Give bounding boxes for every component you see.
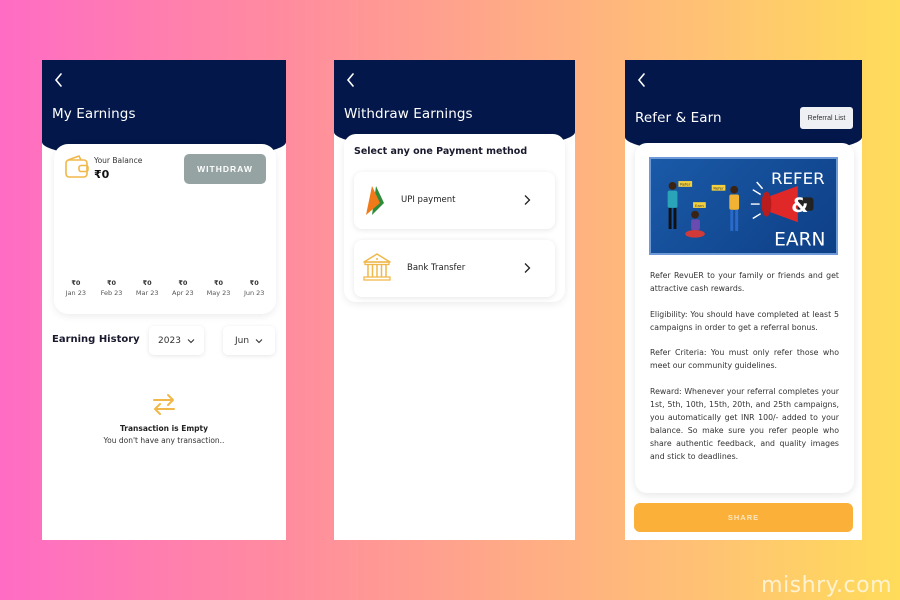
- year-value: 2023: [158, 335, 181, 346]
- person-figure: [691, 210, 699, 219]
- month-item: ₹0 May 23: [201, 279, 237, 297]
- upi-logo-icon: [366, 186, 384, 215]
- back-button[interactable]: [346, 73, 360, 91]
- payment-method-panel: Select any one Payment method UPI paymen…: [344, 134, 565, 302]
- month-value: ₹0: [106, 279, 117, 287]
- empty-state-subtitle: You don't have any transaction..: [103, 436, 225, 445]
- person-figure: [668, 207, 672, 230]
- chevron-right-icon: [524, 263, 531, 273]
- person-figure: [685, 229, 705, 238]
- refer-screen: Refer & Earn Referral List Refer Refer E…: [625, 60, 862, 540]
- month-value: ₹0: [178, 279, 188, 287]
- bank-transfer-label: Bank Transfer: [407, 263, 466, 273]
- empty-state-title: Transaction is Empty: [119, 424, 209, 433]
- person-figure: [730, 209, 734, 231]
- month-label: May 23: [206, 289, 231, 297]
- withdraw-screen: Withdraw Earnings Select any one Payment…: [334, 60, 575, 540]
- refer-earn-banner: Refer Refer Earn REFER & EARN: [649, 157, 838, 255]
- transfer-arrows-icon: [153, 394, 175, 415]
- earning-history-title: Earning History: [52, 334, 140, 345]
- banner-text: EARN: [774, 229, 825, 250]
- month-value: ₹0: [249, 279, 259, 287]
- earnings-screen: My Earnings Your Balance ₹0 WITHDRAW ₹0 J…: [42, 60, 286, 540]
- refer-criteria: Refer Criteria: You must only refer thos…: [650, 348, 839, 371]
- month-item: ₹0 Jun 23: [236, 279, 272, 297]
- chevron-right-icon: [524, 195, 531, 205]
- person-figure: [673, 207, 677, 230]
- month-item: ₹0 Feb 23: [94, 279, 130, 297]
- person-figure: [735, 209, 739, 231]
- refer-reward: Reward: Whenever your referral completes…: [650, 387, 839, 461]
- month-value: ₹0: [214, 279, 224, 287]
- banner-text: &: [791, 194, 808, 217]
- referral-list-button[interactable]: Referral List: [800, 107, 853, 129]
- payment-method-title: Select any one Payment method: [354, 146, 528, 157]
- chevron-down-icon: [187, 338, 195, 343]
- month-value: Jun: [234, 335, 250, 346]
- person-figure: [667, 190, 678, 208]
- month-label: Mar 23: [135, 289, 159, 297]
- page-title: My Earnings: [52, 106, 136, 122]
- banner-text: REFER: [771, 169, 825, 188]
- balance-value: ₹0: [94, 168, 110, 181]
- chevron-left-icon: [346, 73, 354, 87]
- watermark: mishry.com: [761, 573, 892, 598]
- monthly-earnings: ₹0 Jan 23 ₹0 Feb 23 ₹0 Mar 23 ₹0 Apr 23 ₹0 Ma…: [58, 279, 272, 297]
- bubble-text: Refer: [680, 182, 691, 187]
- person-figure: [729, 194, 740, 210]
- year-dropdown[interactable]: 2023: [149, 326, 204, 355]
- refer-header: Refer & Earn Referral List: [625, 60, 862, 155]
- person-figure: [668, 182, 677, 190]
- month-item: ₹0 Apr 23: [165, 279, 201, 297]
- bank-icon: [363, 253, 391, 281]
- month-dropdown[interactable]: Jun: [223, 326, 275, 355]
- withdraw-button[interactable]: WITHDRAW: [184, 154, 266, 184]
- month-value: ₹0: [142, 279, 152, 287]
- month-item: ₹0 Mar 23: [129, 279, 165, 297]
- chevron-left-icon: [637, 73, 645, 87]
- month-label: Jan 23: [65, 289, 87, 297]
- refer-eligibility: Eligibility: You should have completed a…: [650, 309, 839, 332]
- bubble-text: Refer: [713, 186, 724, 191]
- upi-payment-option[interactable]: UPI payment: [354, 172, 555, 229]
- month-item: ₹0 Jan 23: [58, 279, 94, 297]
- wallet-icon: [65, 155, 89, 178]
- month-label: Jun 23: [243, 289, 265, 297]
- person-figure: [691, 219, 700, 230]
- chevron-down-icon: [255, 338, 263, 343]
- refer-intro: Refer RevuER to your family or friends a…: [650, 271, 839, 293]
- person-figure: [730, 185, 739, 194]
- share-button[interactable]: SHARE: [634, 503, 853, 532]
- balance-label: Your Balance: [94, 156, 143, 165]
- upi-payment-label: UPI payment: [401, 195, 456, 205]
- back-button[interactable]: [637, 73, 651, 91]
- back-button[interactable]: [54, 73, 68, 91]
- month-value: ₹0: [71, 279, 81, 287]
- refer-info-card: Refer Refer Earn REFER & EARN Refer Revu…: [635, 143, 854, 493]
- page-title: Withdraw Earnings: [344, 106, 473, 122]
- chevron-left-icon: [54, 73, 62, 87]
- balance-card: Your Balance ₹0 WITHDRAW ₹0 Jan 23 ₹0 Feb …: [54, 144, 276, 314]
- refer-description[interactable]: Refer RevuER to your family or friends a…: [650, 270, 839, 485]
- month-label: Feb 23: [100, 289, 123, 297]
- page-title: Refer & Earn: [635, 110, 722, 126]
- bank-transfer-option[interactable]: Bank Transfer: [354, 240, 555, 297]
- month-label: Apr 23: [172, 289, 194, 297]
- bubble-text: Earn: [695, 203, 704, 208]
